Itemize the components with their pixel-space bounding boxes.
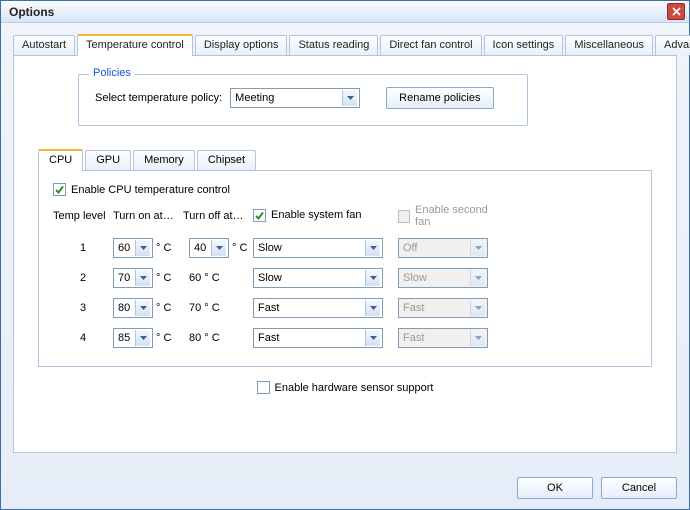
on-2-select[interactable]: 70 bbox=[113, 268, 153, 288]
tab-icon-settings[interactable]: Icon settings bbox=[484, 35, 564, 55]
level-3: 3 bbox=[53, 302, 113, 314]
cancel-button[interactable]: Cancel bbox=[601, 477, 677, 499]
off-3-value: 70 ° C bbox=[183, 302, 253, 314]
rename-policies-button[interactable]: Rename policies bbox=[386, 87, 493, 109]
enable-hw-sensor-checkbox[interactable]: Enable hardware sensor support bbox=[257, 381, 434, 394]
policies-group: Policies Select temperature policy: Meet… bbox=[78, 74, 528, 126]
tab-display-options[interactable]: Display options bbox=[195, 35, 288, 55]
chevron-down-icon bbox=[135, 270, 150, 286]
on-3-select[interactable]: 80 bbox=[113, 298, 153, 318]
chevron-down-icon bbox=[365, 270, 380, 286]
header-on: Turn on at… bbox=[113, 210, 183, 222]
enable-second-fan-label: Enable second fan bbox=[415, 204, 498, 228]
on-4-select[interactable]: 85 bbox=[113, 328, 153, 348]
tab-memory[interactable]: Memory bbox=[133, 150, 195, 170]
level-4: 4 bbox=[53, 332, 113, 344]
tab-temperature-control[interactable]: Temperature control bbox=[77, 34, 193, 56]
fan1-4-select[interactable]: Fast bbox=[253, 328, 383, 348]
chevron-down-icon bbox=[365, 300, 380, 316]
ok-button[interactable]: OK bbox=[517, 477, 593, 499]
close-button[interactable] bbox=[667, 3, 685, 20]
tab-chipset[interactable]: Chipset bbox=[197, 150, 256, 170]
close-icon bbox=[672, 7, 681, 16]
enable-cpu-temp-label: Enable CPU temperature control bbox=[71, 184, 230, 196]
fan2-4-select: Fast bbox=[398, 328, 488, 348]
window-title: Options bbox=[5, 5, 54, 19]
tab-direct-fan-control[interactable]: Direct fan control bbox=[380, 35, 481, 55]
enable-system-fan-label: Enable system fan bbox=[271, 209, 362, 221]
tab-cpu[interactable]: CPU bbox=[38, 149, 83, 171]
chevron-down-icon bbox=[470, 270, 485, 286]
off-4-value: 80 ° C bbox=[183, 332, 253, 344]
chevron-down-icon bbox=[470, 300, 485, 316]
fan2-2-select: Slow bbox=[398, 268, 488, 288]
enable-second-fan-checkbox: Enable second fan bbox=[398, 204, 498, 228]
policy-select-value: Meeting bbox=[235, 92, 274, 104]
chevron-down-icon bbox=[135, 330, 150, 346]
chevron-down-icon bbox=[135, 300, 150, 316]
fan2-3-select: Fast bbox=[398, 298, 488, 318]
off-1-select[interactable]: 40 bbox=[189, 238, 229, 258]
chevron-down-icon bbox=[470, 330, 485, 346]
chevron-down-icon bbox=[342, 90, 357, 106]
enable-cpu-temp-checkbox[interactable]: Enable CPU temperature control bbox=[53, 183, 230, 196]
chevron-down-icon bbox=[135, 240, 150, 256]
enable-system-fan-checkbox[interactable]: Enable system fan bbox=[253, 209, 362, 222]
header-level: Temp level bbox=[53, 210, 113, 222]
tab-advanced[interactable]: Advanced bbox=[655, 35, 690, 55]
chevron-down-icon bbox=[365, 330, 380, 346]
tab-gpu[interactable]: GPU bbox=[85, 150, 131, 170]
tab-miscellaneous[interactable]: Miscellaneous bbox=[565, 35, 653, 55]
fan2-1-select: Off bbox=[398, 238, 488, 258]
tab-autostart[interactable]: Autostart bbox=[13, 35, 75, 55]
policy-select[interactable]: Meeting bbox=[230, 88, 360, 108]
header-off: Turn off at… bbox=[183, 210, 253, 222]
level-1: 1 bbox=[53, 242, 113, 254]
chevron-down-icon bbox=[365, 240, 380, 256]
check-icon bbox=[254, 210, 265, 221]
fan1-3-select[interactable]: Fast bbox=[253, 298, 383, 318]
policy-label: Select temperature policy: bbox=[95, 92, 222, 104]
chevron-down-icon bbox=[211, 240, 226, 256]
policies-legend: Policies bbox=[89, 67, 135, 79]
level-2: 2 bbox=[53, 272, 113, 284]
fan1-1-select[interactable]: Slow bbox=[253, 238, 383, 258]
fan1-2-select[interactable]: Slow bbox=[253, 268, 383, 288]
off-2-value: 60 ° C bbox=[183, 272, 253, 284]
on-1-select[interactable]: 60 bbox=[113, 238, 153, 258]
tab-status-reading[interactable]: Status reading bbox=[289, 35, 378, 55]
chevron-down-icon bbox=[470, 240, 485, 256]
enable-hw-sensor-label: Enable hardware sensor support bbox=[275, 382, 434, 394]
check-icon bbox=[54, 184, 65, 195]
